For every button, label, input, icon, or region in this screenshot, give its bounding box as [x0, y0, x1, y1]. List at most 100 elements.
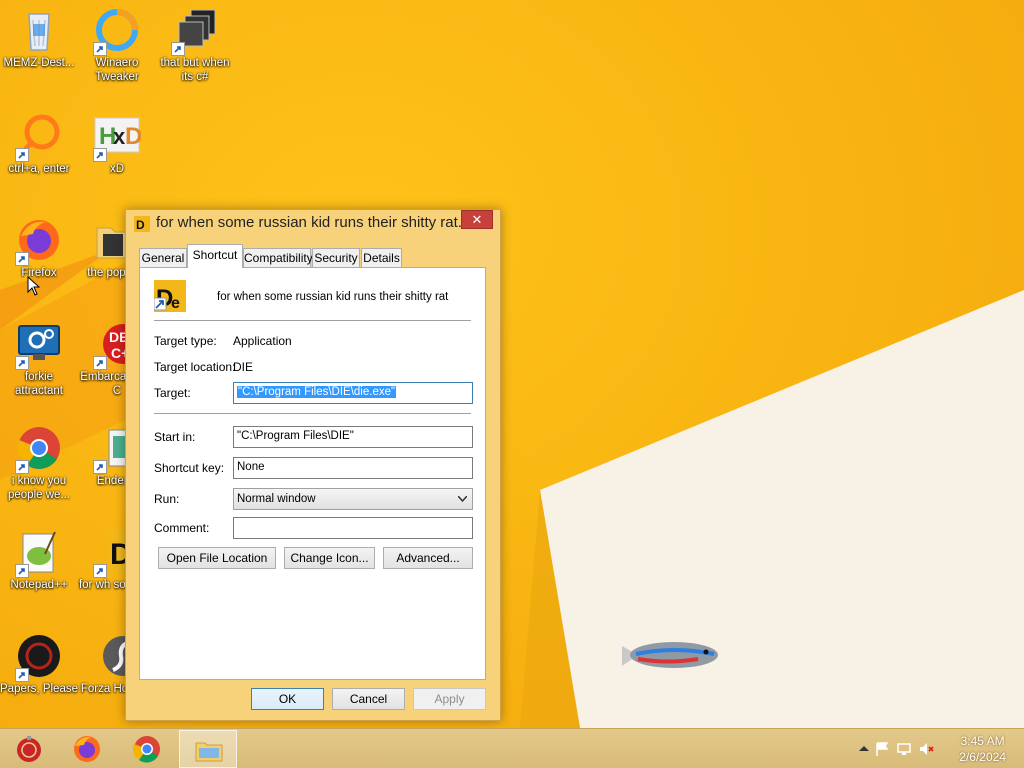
start-in-label: Start in:: [154, 430, 196, 444]
chevron-down-icon: [458, 496, 467, 502]
volume-muted-icon[interactable]: [918, 741, 934, 757]
chevron-up-icon[interactable]: [856, 741, 872, 757]
svg-text:D: D: [125, 123, 141, 150]
desktop-icon-label: xD: [109, 163, 125, 175]
tab-general[interactable]: General: [139, 248, 187, 268]
desktop-icon-thatbut[interactable]: that but when its c#: [156, 6, 234, 84]
desktop-icon-memz[interactable]: MEMZ-Dest...: [0, 6, 78, 70]
tab-shortcut[interactable]: Shortcut: [187, 244, 243, 268]
target-location-label: Target location:: [154, 360, 236, 374]
desktop-icon-label: that but when its c#: [160, 57, 230, 83]
fish-icon: [622, 642, 718, 668]
action-center-flag-icon[interactable]: [874, 741, 890, 757]
ok-button[interactable]: OK: [251, 688, 324, 710]
shortcut-arrow-icon: [15, 460, 29, 474]
shortcut-arrow-icon: [15, 252, 29, 266]
shortcut-arrow-icon: [15, 148, 29, 162]
tab-details[interactable]: Details: [361, 248, 402, 268]
dialog-title: for when some russian kid runs their shi…: [156, 214, 466, 231]
network-icon[interactable]: [896, 741, 912, 757]
apply-button[interactable]: Apply: [413, 688, 486, 710]
desktop-icon-label: Winaero Tweaker: [95, 57, 139, 83]
taskbar-firefox[interactable]: [58, 730, 116, 768]
shortcut-arrow-icon: [93, 148, 107, 162]
firefox-icon: [15, 216, 63, 266]
close-button[interactable]: ✕: [461, 210, 493, 229]
monitor-gear-icon: [15, 320, 63, 370]
start-button[interactable]: [0, 730, 58, 768]
comment-field[interactable]: [233, 517, 473, 539]
cancel-button[interactable]: Cancel: [332, 688, 405, 710]
file-explorer-icon: [195, 742, 223, 762]
notepadpp-icon: [15, 528, 63, 578]
tab-security[interactable]: Security: [312, 248, 360, 268]
shortcut-properties-dialog: D for when some russian kid runs their s…: [125, 209, 501, 721]
separator: [154, 320, 471, 321]
svg-text:D: D: [136, 218, 145, 232]
run-select[interactable]: Normal window: [233, 488, 473, 510]
comment-label: Comment:: [154, 521, 210, 535]
tab-compatibility[interactable]: Compatibility: [243, 248, 313, 268]
clock[interactable]: 3:45 AM 2/6/2024: [959, 733, 1006, 765]
change-icon-button[interactable]: Change Icon...: [284, 547, 375, 569]
hxd-icon: H x D: [93, 112, 142, 162]
shortcut-arrow-icon: [93, 460, 107, 474]
svg-text:e: e: [171, 295, 180, 312]
desktop-icon-label: Notepad++: [10, 579, 68, 591]
desktop-icon-winaero[interactable]: Winaero Tweaker: [78, 6, 156, 84]
shortcut-arrow-icon: [15, 356, 29, 370]
desktop-icon-xd[interactable]: H x D xD: [78, 112, 156, 176]
desktop-icon-firefox[interactable]: Firefox: [0, 216, 78, 280]
clock-date: 2/6/2024: [959, 750, 1006, 764]
recycle-bin-icon: [15, 6, 63, 54]
desktop-icon-notepadpp[interactable]: Notepad++: [0, 528, 78, 592]
papers-icon: [15, 632, 63, 682]
run-select-value: Normal window: [237, 493, 316, 505]
target-field[interactable]: "C:\Program Files\DIE\die.exe": [233, 382, 473, 404]
desktop-icon-label: Papers, Please: [0, 683, 78, 695]
start-in-field[interactable]: "C:\Program Files\DIE": [233, 426, 473, 448]
target-type-value: Application: [233, 334, 292, 348]
target-location-value: DIE: [233, 360, 254, 374]
shortcut-name: for when some russian kid runs their shi…: [217, 291, 449, 303]
target-value: "C:\Program Files\DIE\die.exe": [237, 386, 397, 398]
stack-icon: [171, 6, 219, 56]
shortcut-arrow-icon: [15, 564, 29, 578]
mouse-cursor-icon: [27, 276, 41, 296]
die-icon: D: [134, 216, 150, 232]
shortcut-key-label: Shortcut key:: [154, 461, 225, 475]
clock-time: 3:45 AM: [960, 734, 1005, 748]
die-icon: D e: [153, 280, 186, 312]
shortcut-tab-page: D e for when some russian kid runs their…: [139, 267, 486, 680]
desktop-icon-forkie[interactable]: forkie attractant: [0, 320, 78, 398]
separator: [154, 413, 471, 414]
desktop-icon-label: i know you people we...: [7, 475, 70, 501]
desktop-icon-iknow[interactable]: i know you people we...: [0, 424, 78, 502]
desktop-icon-label: ctrl+a, enter: [8, 163, 70, 175]
system-tray: 3:45 AM 2/6/2024: [844, 729, 1024, 768]
winaero-icon: [93, 6, 141, 56]
firefox-icon: [74, 736, 100, 762]
advanced-button[interactable]: Advanced...: [383, 547, 473, 569]
run-label: Run:: [154, 492, 180, 506]
target-type-label: Target type:: [154, 334, 217, 348]
shortcut-arrow-icon: [93, 564, 107, 578]
magnifier-icon: [15, 112, 63, 162]
desktop-icon-papers[interactable]: Papers, Please: [0, 632, 78, 696]
shortcut-arrow-icon: [171, 42, 185, 56]
desktop-icon-label: forkie attractant: [15, 371, 63, 397]
shortcut-arrow-icon: [15, 668, 29, 682]
taskbar-file-explorer[interactable]: [179, 730, 237, 768]
desktop-icon-ctrla[interactable]: ctrl+a, enter: [0, 112, 78, 176]
taskbar: 3:45 AM 2/6/2024: [0, 728, 1024, 768]
shortcut-arrow-icon: [93, 356, 107, 370]
target-label: Target:: [154, 386, 191, 400]
chrome-icon: [132, 736, 160, 763]
shortcut-arrow-icon: [93, 42, 107, 56]
taskbar-chrome[interactable]: [118, 730, 176, 768]
desktop-icon-label: MEMZ-Dest...: [3, 57, 75, 69]
open-file-location-button[interactable]: Open File Location: [158, 547, 276, 569]
start-orb-icon: [17, 736, 41, 762]
shortcut-key-field[interactable]: None: [233, 457, 473, 479]
chrome-icon: [15, 424, 63, 474]
